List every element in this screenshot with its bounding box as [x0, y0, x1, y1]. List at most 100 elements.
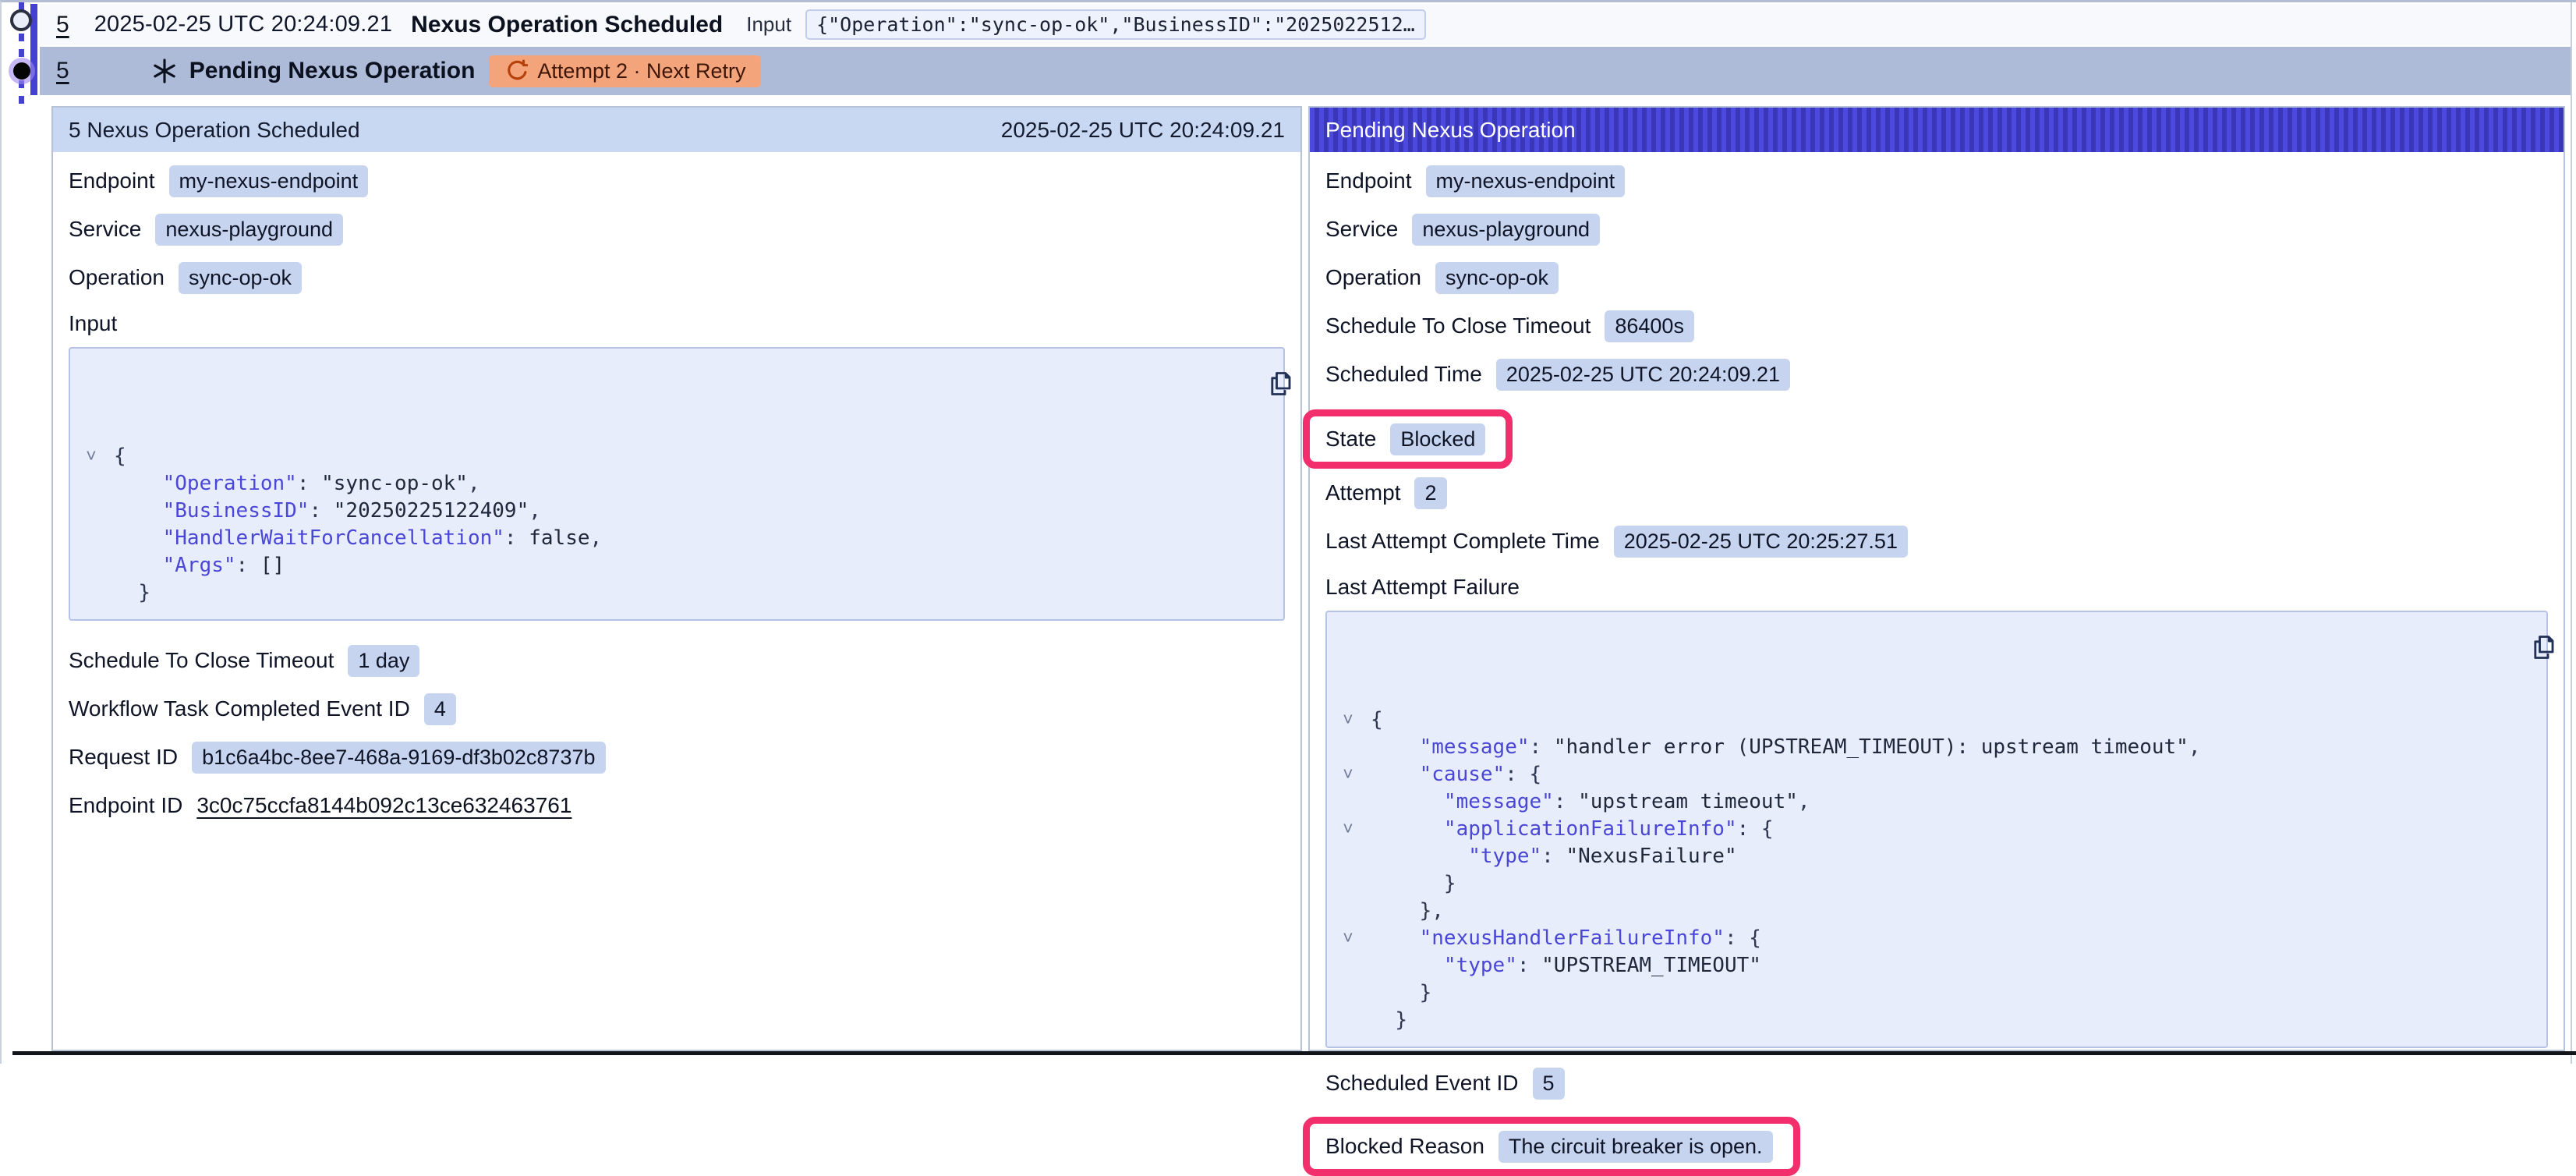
copy-icon[interactable]	[1243, 358, 1271, 386]
pending-title: Pending Nexus Operation	[189, 58, 476, 84]
field-label: Scheduled Time	[1325, 362, 1482, 387]
field-scheduled-event-id: Scheduled Event ID 5	[1325, 1065, 2548, 1101]
right-panel-title: Pending Nexus Operation	[1325, 118, 1576, 143]
field-label: Endpoint	[69, 168, 155, 193]
field-label: Operation	[69, 265, 165, 290]
gutter-spacer	[86, 552, 114, 579]
json-code-line: }	[1343, 1007, 2531, 1034]
field-label: Request ID	[69, 745, 178, 770]
field-value-chip: nexus-playground	[1412, 214, 1600, 246]
field-service: Service nexus-playground	[69, 211, 1285, 247]
gutter-spacer	[86, 525, 114, 552]
left-panel-header: 5 Nexus Operation Scheduled 2025-02-25 U…	[53, 108, 1300, 152]
json-code-line: "type": "NexusFailure"	[1343, 843, 2531, 870]
state-highlight-annotation: State Blocked	[1303, 409, 1513, 469]
field-workflow-task-completed-event-id: Workflow Task Completed Event ID 4	[69, 691, 1285, 727]
scrollbar-track[interactable]	[2571, 2, 2572, 1064]
field-value-chip: 2025-02-25 UTC 20:25:27.51	[1614, 526, 1908, 558]
field-value-chip: 4	[424, 693, 456, 725]
field-schedule-to-close-timeout: Schedule To Close Timeout 1 day	[69, 643, 1285, 678]
field-value-chip: sync-op-ok	[1435, 262, 1559, 294]
json-code-line: "Operation": "sync-op-ok",	[86, 470, 1268, 498]
gutter-spacer	[1343, 788, 1371, 816]
json-code-line: "Args": []	[86, 552, 1268, 579]
event-row-pending[interactable]: 5 Pending Nexus Operation Attempt 2 · Ne…	[40, 47, 2571, 95]
panel-nexus-operation-scheduled: 5 Nexus Operation Scheduled 2025-02-25 U…	[51, 106, 1302, 1051]
field-attempt: Attempt 2	[1325, 475, 2548, 511]
timeline-node-current-icon[interactable]	[13, 62, 30, 80]
right-panel-header: Pending Nexus Operation	[1310, 108, 2564, 152]
field-label: Service	[69, 217, 141, 242]
field-endpoint-id: Endpoint ID 3c0c75ccfa8144b092c13ce63246…	[69, 788, 1285, 824]
json-code-line: "BusinessID": "20250225122409",	[86, 498, 1268, 525]
event-row-scheduled[interactable]: 5 2025-02-25 UTC 20:24:09.21 Nexus Opera…	[40, 4, 2571, 45]
field-scheduled-time: Scheduled Time 2025-02-25 UTC 20:24:09.2…	[1325, 356, 2548, 392]
gutter-spacer	[1343, 1007, 1371, 1034]
field-label: Operation	[1325, 265, 1421, 290]
collapse-chevron-icon[interactable]: ˅	[1343, 925, 1371, 952]
field-last-attempt-complete-time: Last Attempt Complete Time 2025-02-25 UT…	[1325, 523, 2548, 559]
field-label: Service	[1325, 217, 1398, 242]
collapse-chevron-icon[interactable]: ˅	[86, 443, 114, 470]
left-panel-title: 5 Nexus Operation Scheduled	[69, 118, 360, 143]
gutter-spacer	[86, 498, 114, 525]
event-title: Nexus Operation Scheduled	[411, 12, 723, 38]
json-code-line: },	[1343, 898, 2531, 925]
timeline-node-open-icon[interactable]	[10, 9, 32, 31]
blocked-reason-highlight-annotation: Blocked Reason The circuit breaker is op…	[1303, 1117, 1800, 1176]
field-label: Endpoint ID	[69, 793, 182, 818]
field-endpoint: Endpoint my-nexus-endpoint	[69, 163, 1285, 199]
field-label: Schedule To Close Timeout	[69, 648, 334, 673]
event-id-link[interactable]: 5	[56, 12, 69, 38]
field-label: Blocked Reason	[1325, 1134, 1484, 1159]
field-value-chip: my-nexus-endpoint	[1426, 165, 1626, 197]
json-code-line: "type": "UPSTREAM_TIMEOUT"	[1343, 952, 2531, 979]
gutter-spacer	[86, 470, 114, 498]
field-label: Scheduled Event ID	[1325, 1071, 1519, 1096]
last-attempt-failure-label: Last Attempt Failure	[1325, 573, 2548, 601]
json-code-line: }	[1343, 979, 2531, 1007]
gutter-spacer	[1343, 898, 1371, 925]
json-code-line: "HandlerWaitForCancellation": false,	[86, 525, 1268, 552]
gutter-spacer	[1343, 979, 1371, 1007]
json-code-line: }	[86, 579, 1268, 607]
field-label: Schedule To Close Timeout	[1325, 313, 1591, 338]
field-operation: Operation sync-op-ok	[69, 260, 1285, 296]
field-value-chip: 86400s	[1605, 310, 1694, 342]
field-endpoint: Endpoint my-nexus-endpoint	[1325, 163, 2548, 199]
field-label: Endpoint	[1325, 168, 1412, 193]
gutter-spacer	[86, 579, 114, 607]
collapse-chevron-icon[interactable]: ˅	[1343, 761, 1371, 788]
failure-json-viewer: ˅{ "message": "handler error (UPSTREAM_T…	[1325, 611, 2548, 1048]
input-section-label: Input	[69, 310, 1285, 338]
collapse-chevron-icon[interactable]: ˅	[1343, 816, 1371, 843]
json-code-line: "message": "handler error (UPSTREAM_TIME…	[1343, 734, 2531, 761]
event-timestamp: 2025-02-25 UTC 20:24:09.21	[94, 12, 392, 37]
input-json-viewer: ˅{ "Operation": "sync-op-ok", "BusinessI…	[69, 347, 1285, 621]
field-value-chip: b1c6a4bc-8ee7-468a-9169-df3b02c8737b	[192, 742, 605, 774]
json-code-line: ˅ "applicationFailureInfo": {	[1343, 816, 2531, 843]
retry-status-badge: Attempt 2 · Next Retry	[489, 55, 760, 87]
left-panel-time: 2025-02-25 UTC 20:24:09.21	[1001, 118, 1285, 143]
field-label: Attempt	[1325, 480, 1400, 505]
collapse-chevron-icon[interactable]: ˅	[1343, 707, 1371, 734]
json-code-line: ˅ "cause": {	[1343, 761, 2531, 788]
json-code-line: ˅{	[86, 443, 1268, 470]
event-row-bottom-divider	[12, 1051, 2576, 1055]
pending-id-link[interactable]: 5	[56, 58, 69, 84]
copy-icon[interactable]	[2506, 622, 2534, 650]
field-value-chip: 2	[1414, 477, 1446, 509]
field-value-chip: sync-op-ok	[179, 262, 302, 294]
gutter-spacer	[1343, 952, 1371, 979]
field-service: Service nexus-playground	[1325, 211, 2548, 247]
retry-icon	[504, 59, 528, 83]
field-value-chip: 2025-02-25 UTC 20:24:09.21	[1496, 359, 1790, 391]
panel-pending-nexus-operation: Pending Nexus Operation Endpoint my-nexu…	[1308, 106, 2565, 1051]
event-input-preview-chip[interactable]: {"Operation":"sync-op-ok","BusinessID":"…	[805, 9, 1426, 40]
endpoint-id-link[interactable]: 3c0c75ccfa8144b092c13ce632463761	[196, 793, 571, 818]
field-blocked-reason: Blocked Reason The circuit breaker is op…	[1325, 1128, 1773, 1164]
json-code-line: ˅{	[1343, 707, 2531, 734]
field-schedule-to-close-timeout: Schedule To Close Timeout 86400s	[1325, 308, 2548, 344]
blocked-reason-value-chip: The circuit breaker is open.	[1499, 1131, 1773, 1163]
field-state: State Blocked	[1325, 421, 1485, 457]
